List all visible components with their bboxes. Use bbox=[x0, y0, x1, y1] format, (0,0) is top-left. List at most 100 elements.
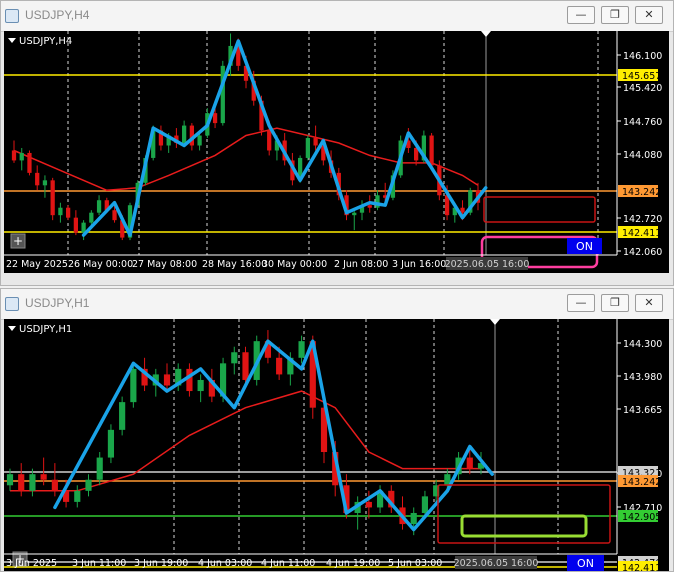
candle-body bbox=[42, 180, 48, 186]
candle-body bbox=[96, 457, 103, 480]
candle-body bbox=[267, 130, 272, 151]
time-tick-label: 22 May 2025 bbox=[6, 259, 68, 270]
chart-window-icon bbox=[5, 297, 19, 311]
time-tick-label: 3 Jun 16:00 bbox=[392, 259, 446, 270]
level-price-tag: 142.411 bbox=[618, 561, 661, 571]
chart-symbol-label: USDJPY,H4 bbox=[19, 36, 72, 47]
candle-body bbox=[11, 150, 17, 161]
level-price-tag: 142.411 bbox=[618, 226, 661, 239]
candle-body bbox=[429, 135, 434, 166]
candle-body bbox=[58, 207, 63, 216]
price-tick-label: 144.080 bbox=[623, 150, 662, 161]
chart-menu-triangle-icon[interactable] bbox=[8, 38, 16, 43]
price-tick-label: 144.760 bbox=[623, 117, 662, 128]
price-tick-label: 145.420 bbox=[623, 83, 662, 94]
candle-body bbox=[27, 152, 32, 173]
candle-body bbox=[460, 207, 465, 213]
time-tick-label: 4 Jun 19:00 bbox=[326, 558, 380, 569]
close-button[interactable]: ✕ bbox=[635, 6, 663, 24]
candle-body bbox=[85, 479, 92, 491]
price-tick-label: 144.300 bbox=[623, 339, 662, 350]
zone-rectangle[interactable] bbox=[483, 196, 596, 223]
candle-body bbox=[66, 207, 71, 218]
minimize-button[interactable]: — bbox=[567, 294, 595, 312]
candle-body bbox=[73, 217, 78, 233]
price-chart[interactable]: ON+144.300143.980143.665143.030142.71014… bbox=[4, 319, 669, 571]
window-title: USDJPY,H4 bbox=[25, 8, 90, 22]
candle-body bbox=[242, 352, 249, 380]
candle-body bbox=[197, 379, 204, 392]
plus-icon: + bbox=[13, 234, 23, 248]
restore-button[interactable]: ❐ bbox=[601, 6, 629, 24]
crosshair-time-label: 2025.06.05 16:00 bbox=[445, 259, 530, 270]
moving-average-line bbox=[10, 390, 481, 492]
candle-body bbox=[421, 496, 429, 513]
restore-button[interactable]: ❐ bbox=[601, 294, 629, 312]
candle-body bbox=[410, 512, 417, 525]
candle-body bbox=[298, 341, 305, 358]
crosshair-time-label: 2025.06.05 16:00 bbox=[454, 558, 539, 569]
candle-body bbox=[352, 212, 357, 216]
time-tick-label: 4 Jun 11:00 bbox=[261, 558, 315, 569]
on-button-label: ON bbox=[576, 240, 593, 253]
price-tick-label: 146.100 bbox=[623, 51, 662, 62]
level-price-tag: 143.242 bbox=[618, 475, 661, 488]
candle-body bbox=[186, 368, 193, 392]
chart-area[interactable]: ON +146.100 145.420 144.760 144.080 142.720 14… bbox=[4, 31, 669, 273]
price-tick-label: 143.980 bbox=[623, 372, 662, 383]
candle-body bbox=[163, 374, 171, 386]
candle-body bbox=[35, 172, 40, 186]
minimize-button[interactable]: — bbox=[567, 6, 595, 24]
chart-area[interactable]: ON+144.300143.980143.665143.030142.71014… bbox=[4, 319, 669, 571]
candle-body bbox=[112, 210, 117, 221]
time-tick-label: 27 May 08:00 bbox=[132, 259, 197, 270]
candle-body bbox=[19, 152, 24, 161]
zone-rectangle[interactable] bbox=[460, 514, 588, 538]
chart-window-h4: USDJPY,H4 — ❐ ✕ ON +146.100 145.420 144.760… bbox=[0, 0, 674, 286]
candle-body bbox=[197, 135, 202, 146]
candle-body bbox=[6, 474, 14, 486]
time-tick-label: 26 May 00:00 bbox=[68, 259, 133, 270]
shift-marker-icon[interactable] bbox=[481, 31, 491, 37]
candle-body bbox=[182, 125, 187, 143]
level-price-tag: 145.657 bbox=[618, 69, 661, 82]
candle-body bbox=[313, 138, 318, 146]
shift-marker-icon[interactable] bbox=[490, 319, 500, 325]
candle-body bbox=[130, 368, 137, 403]
candle-body bbox=[40, 474, 47, 480]
chart-menu-triangle-icon[interactable] bbox=[8, 326, 16, 331]
time-tick-label: 3 Jun 11:00 bbox=[72, 558, 126, 569]
candle-body bbox=[367, 205, 372, 208]
window-title: USDJPY,H1 bbox=[25, 296, 90, 310]
time-tick-label: 3 Jun 19:00 bbox=[134, 558, 188, 569]
candle-body bbox=[276, 357, 283, 375]
level-price-tag-label: 142.411 bbox=[622, 228, 661, 239]
candle-body bbox=[119, 402, 126, 430]
candle-body bbox=[74, 490, 81, 502]
chart-symbol-label: USDJPY,H1 bbox=[19, 324, 72, 335]
candle-body bbox=[18, 474, 25, 491]
candle-body bbox=[231, 352, 238, 364]
time-tick-label: 4 Jun 03:00 bbox=[198, 558, 252, 569]
candle-body bbox=[89, 212, 94, 223]
close-button[interactable]: ✕ bbox=[635, 294, 663, 312]
candle-body bbox=[365, 501, 372, 508]
level-price-tag-label: 142.905 bbox=[622, 512, 661, 523]
title-bar[interactable]: USDJPY,H1 — ❐ ✕ bbox=[1, 289, 673, 320]
price-chart[interactable]: ON +146.100 145.420 144.760 144.080 142.720 14… bbox=[4, 31, 669, 273]
candle-body bbox=[466, 457, 473, 469]
price-tick-label: 142.720 bbox=[623, 214, 662, 225]
chart-window-icon bbox=[5, 9, 19, 23]
level-price-tag-label: 143.242 bbox=[622, 477, 661, 488]
candle-body bbox=[305, 138, 310, 158]
candle-body bbox=[51, 479, 58, 491]
time-tick-label: 2 Jun 08:00 bbox=[334, 259, 388, 270]
candle-body bbox=[50, 180, 55, 216]
title-bar[interactable]: USDJPY,H4 — ❐ ✕ bbox=[1, 1, 673, 32]
level-price-tag: 143.242 bbox=[618, 185, 661, 198]
time-tick-label: 30 May 00:00 bbox=[262, 259, 327, 270]
level-price-tag-label: 143.242 bbox=[622, 187, 661, 198]
candle-body bbox=[96, 200, 102, 213]
chart-window-h1: USDJPY,H1 — ❐ ✕ ON +144.300 143.980 143.665… bbox=[0, 288, 674, 572]
time-tick-label: 3 Jun 2025 bbox=[6, 558, 57, 569]
